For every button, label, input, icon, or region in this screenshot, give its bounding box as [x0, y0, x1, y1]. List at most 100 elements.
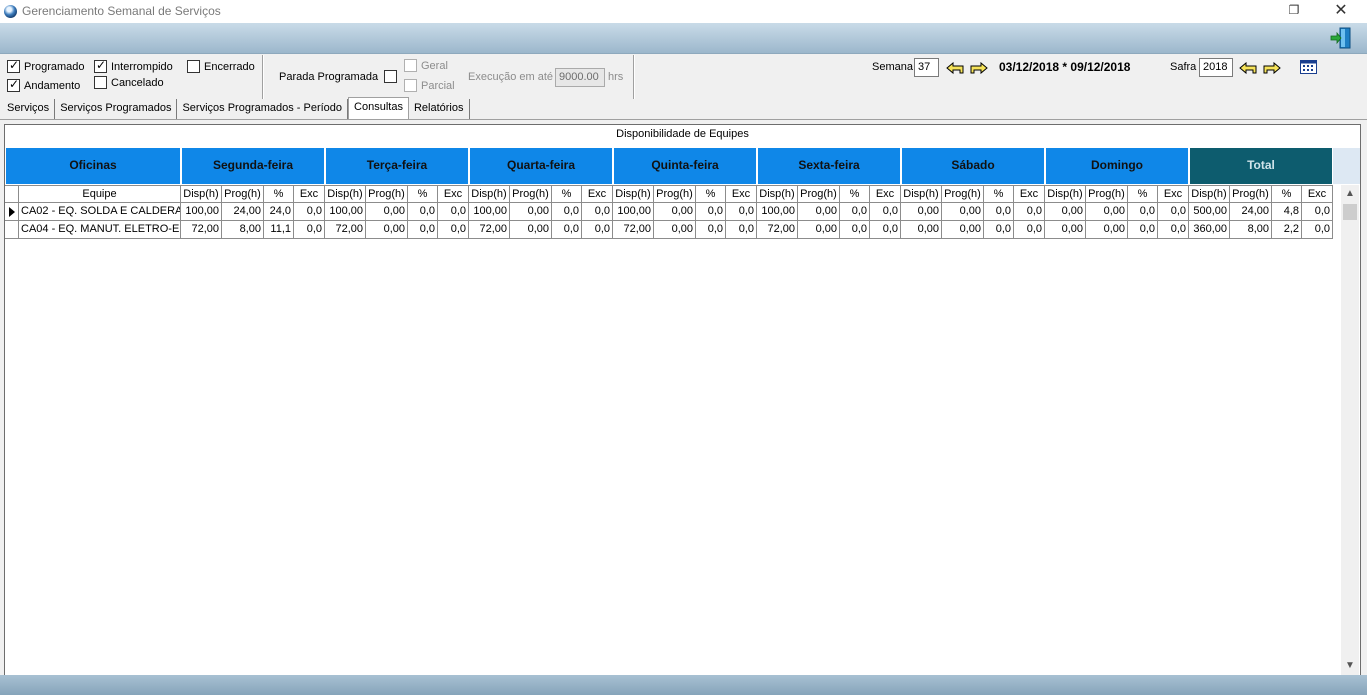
cell-pct[interactable]: 0,0	[840, 203, 870, 221]
column-header-pct[interactable]: %	[264, 185, 294, 203]
cell-pct[interactable]: 0,0	[1128, 221, 1158, 239]
cell-exc[interactable]: 0,0	[582, 221, 613, 239]
column-header-disp[interactable]: Disp(h)	[613, 185, 654, 203]
cell-equipe[interactable]: CA04 - EQ. MANUT. ELETRO-ELETRÔNICA	[19, 221, 181, 239]
cell-equipe[interactable]: CA02 - EQ. SOLDA E CALDERARIA	[19, 203, 181, 221]
column-header-disp[interactable]: Disp(h)	[901, 185, 942, 203]
cell-disp[interactable]: 100,00	[325, 203, 366, 221]
column-header-exc[interactable]: Exc	[1302, 185, 1333, 203]
execucao-input[interactable]: 9000.00	[555, 68, 605, 87]
cell-prog[interactable]: 0,00	[510, 203, 552, 221]
cell-pct[interactable]: 0,0	[408, 203, 438, 221]
column-header-prog[interactable]: Prog(h)	[1086, 185, 1128, 203]
cell-disp[interactable]: 500,00	[1189, 203, 1230, 221]
cell-prog[interactable]: 24,00	[1230, 203, 1272, 221]
cell-prog[interactable]: 0,00	[654, 221, 696, 239]
tab-servicos-programados[interactable]: Serviços Programados	[55, 99, 178, 119]
cell-disp[interactable]: 72,00	[325, 221, 366, 239]
parcial-checkbox[interactable]	[404, 79, 417, 92]
column-header-prog[interactable]: Prog(h)	[654, 185, 696, 203]
tab-servicos[interactable]: Serviços	[2, 99, 56, 119]
column-header-pct[interactable]: %	[1272, 185, 1302, 203]
andamento-checkbox[interactable]	[7, 77, 20, 92]
safra-input[interactable]: 2018	[1199, 58, 1233, 77]
row-indicator[interactable]	[5, 221, 19, 239]
cell-disp[interactable]: 100,00	[181, 203, 222, 221]
cell-prog[interactable]: 0,00	[798, 203, 840, 221]
column-header-prog[interactable]: Prog(h)	[942, 185, 984, 203]
column-header-equipe[interactable]: Equipe	[19, 185, 181, 203]
column-header-disp[interactable]: Disp(h)	[181, 185, 222, 203]
cell-disp[interactable]: 360,00	[1189, 221, 1230, 239]
filter-programado[interactable]: Programado	[7, 58, 85, 73]
cell-pct[interactable]: 2,2	[1272, 221, 1302, 239]
cell-exc[interactable]: 0,0	[438, 221, 469, 239]
hand-next-icon[interactable]	[970, 62, 988, 75]
tab-servicos-programados-periodo[interactable]: Serviços Programados - Período	[177, 99, 349, 119]
grid-vertical-scrollbar[interactable]: ▲ ▼	[1341, 185, 1359, 675]
cell-prog[interactable]: 0,00	[1086, 221, 1128, 239]
exit-door-icon[interactable]	[1329, 26, 1353, 50]
column-header-pct[interactable]: %	[1128, 185, 1158, 203]
cell-exc[interactable]: 0,0	[1302, 221, 1333, 239]
cell-disp[interactable]: 72,00	[469, 221, 510, 239]
parada-programada-checkbox[interactable]	[384, 70, 398, 83]
close-button[interactable]: ✕	[1318, 0, 1364, 23]
safra-prev-icon[interactable]	[1239, 62, 1257, 75]
column-header-exc[interactable]: Exc	[726, 185, 757, 203]
column-header-pct[interactable]: %	[552, 185, 582, 203]
cell-disp[interactable]: 100,00	[469, 203, 510, 221]
column-header-pct[interactable]: %	[408, 185, 438, 203]
interrompido-checkbox[interactable]	[94, 58, 107, 73]
column-header-disp[interactable]: Disp(h)	[1189, 185, 1230, 203]
cell-disp[interactable]: 0,00	[901, 221, 942, 239]
filter-parada-programada[interactable]: Parada Programada	[279, 70, 398, 83]
column-header-exc[interactable]: Exc	[582, 185, 613, 203]
encerrado-checkbox[interactable]	[187, 60, 200, 73]
cell-prog[interactable]: 24,00	[222, 203, 264, 221]
column-header-prog[interactable]: Prog(h)	[366, 185, 408, 203]
maximize-button[interactable]: ❐	[1271, 0, 1317, 23]
cell-prog[interactable]: 8,00	[1230, 221, 1272, 239]
calendar-icon[interactable]	[1300, 60, 1317, 74]
cell-disp[interactable]: 100,00	[757, 203, 798, 221]
cell-exc[interactable]: 0,0	[1158, 221, 1189, 239]
column-header-exc[interactable]: Exc	[1014, 185, 1045, 203]
cell-exc[interactable]: 0,0	[1014, 221, 1045, 239]
filter-cancelado[interactable]: Cancelado	[94, 76, 164, 89]
cell-pct[interactable]: 0,0	[552, 221, 582, 239]
cell-exc[interactable]: 0,0	[870, 221, 901, 239]
cell-pct[interactable]: 4,8	[1272, 203, 1302, 221]
cell-pct[interactable]: 24,0	[264, 203, 294, 221]
cell-disp[interactable]: 0,00	[1045, 221, 1086, 239]
cell-exc[interactable]: 0,0	[582, 203, 613, 221]
cell-prog[interactable]: 0,00	[654, 203, 696, 221]
cell-prog[interactable]: 8,00	[222, 221, 264, 239]
cell-disp[interactable]: 72,00	[757, 221, 798, 239]
cell-exc[interactable]: 0,0	[1014, 203, 1045, 221]
cell-exc[interactable]: 0,0	[1302, 203, 1333, 221]
cell-disp[interactable]: 72,00	[613, 221, 654, 239]
tab-relatorios[interactable]: Relatórios	[409, 99, 470, 119]
safra-next-icon[interactable]	[1263, 62, 1281, 75]
cell-disp[interactable]: 0,00	[1045, 203, 1086, 221]
cancelado-checkbox[interactable]	[94, 76, 107, 89]
cell-exc[interactable]: 0,0	[726, 221, 757, 239]
geral-checkbox[interactable]	[404, 59, 417, 72]
column-header-exc[interactable]: Exc	[870, 185, 901, 203]
scroll-thumb[interactable]	[1343, 204, 1357, 220]
cell-pct[interactable]: 0,0	[984, 221, 1014, 239]
cell-exc[interactable]: 0,0	[1158, 203, 1189, 221]
cell-disp[interactable]: 72,00	[181, 221, 222, 239]
filter-encerrado[interactable]: Encerrado	[187, 60, 255, 73]
column-header-prog[interactable]: Prog(h)	[510, 185, 552, 203]
cell-pct[interactable]: 0,0	[408, 221, 438, 239]
cell-prog[interactable]: 0,00	[366, 203, 408, 221]
column-header-prog[interactable]: Prog(h)	[1230, 185, 1272, 203]
cell-pct[interactable]: 0,0	[840, 221, 870, 239]
cell-exc[interactable]: 0,0	[294, 221, 325, 239]
tab-consultas[interactable]: Consultas	[348, 97, 409, 119]
cell-exc[interactable]: 0,0	[438, 203, 469, 221]
column-header-pct[interactable]: %	[984, 185, 1014, 203]
filter-geral[interactable]: Geral	[404, 59, 448, 72]
